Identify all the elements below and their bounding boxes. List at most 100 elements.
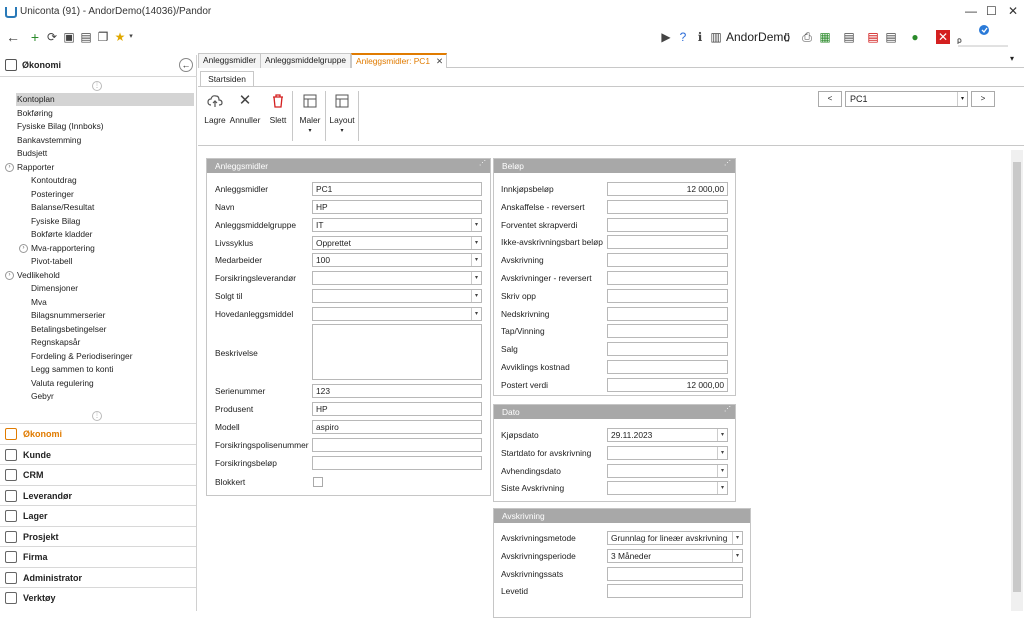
scrollbar-thumb[interactable] <box>1013 162 1021 592</box>
tree-item[interactable]: Kontoutdrag <box>31 174 77 187</box>
date-picker[interactable]: ▾ <box>607 463 728 478</box>
medarbeider-select[interactable]: 100 ▾ <box>312 253 482 267</box>
tree-item[interactable]: Legg sammen to konti <box>31 363 113 376</box>
forsikringsleverandor-select[interactable]: ▾ <box>312 271 482 285</box>
save-button[interactable]: Lagre <box>204 93 226 125</box>
print-icon[interactable]: ⎙ <box>800 30 814 44</box>
tree-item[interactable]: Dimensjoner <box>31 282 78 295</box>
word-icon[interactable]: ▤ <box>842 30 856 44</box>
favorite-dropdown-icon[interactable]: ▾ <box>124 30 138 44</box>
user-icon[interactable]: ● <box>908 30 922 44</box>
minimize-icon[interactable]: — <box>965 4 977 18</box>
back-arrow-icon[interactable]: ← <box>6 30 20 44</box>
avskrivning-input[interactable] <box>607 566 743 581</box>
nav-item-prosjekt[interactable]: Prosjekt <box>0 525 196 546</box>
windows-icon[interactable]: ▣ <box>62 30 76 44</box>
tree-item[interactable]: Fordeling & Periodiseringer <box>31 350 132 363</box>
avskrivning-select[interactable]: 3 Måneder ▾ <box>607 548 743 563</box>
templates-button[interactable]: Maler ▾ <box>297 93 323 134</box>
document-icon[interactable]: ▤ <box>79 30 93 44</box>
record-dropdown-icon[interactable]: ▾ <box>957 92 967 106</box>
dropdown-chevron-icon[interactable]: ▾ <box>732 532 742 544</box>
anleggsmidler-input[interactable]: PC1 <box>312 182 482 196</box>
company-name[interactable]: AndorDemo <box>726 30 790 44</box>
tree-item[interactable]: Fysiske Bilag <box>31 215 80 228</box>
livssyklus-select[interactable]: Opprettet ▾ <box>312 236 482 250</box>
polisenummer-input[interactable] <box>312 438 482 452</box>
nav-item-kunde[interactable]: Kunde <box>0 443 196 464</box>
tree-item[interactable]: Kontoplan <box>16 93 194 106</box>
tree-item[interactable]: Vedlikehold <box>17 269 60 282</box>
serienummer-input[interactable]: 123 <box>312 384 482 398</box>
export-icon[interactable]: ▤ <box>884 30 898 44</box>
tab-anleggsmidler-pc1[interactable]: Anleggsmidler: PC1 ✕ <box>351 53 448 68</box>
collapse-panel-icon[interactable]: ← <box>179 58 193 72</box>
copy-icon[interactable]: ❐ <box>96 30 110 44</box>
nav-item-verktøy[interactable]: Verktøy <box>0 587 196 607</box>
nav-item-firma[interactable]: Firma <box>0 546 196 566</box>
nav-item-økonomi[interactable]: Økonomi <box>0 423 196 443</box>
dropdown-chevron-icon[interactable]: ▾ <box>471 272 481 284</box>
avskrivning-input[interactable] <box>607 584 743 599</box>
delete-button[interactable]: Slett <box>267 93 289 125</box>
dropdown-chevron-icon[interactable]: ▾ <box>471 219 481 231</box>
tree-item[interactable]: Valuta regulering <box>31 377 94 390</box>
solgt_til-select[interactable]: ▾ <box>312 289 482 303</box>
dropdown-chevron-icon[interactable]: ▾ <box>471 237 481 249</box>
tab-anleggsmiddelgruppe[interactable]: Anleggsmiddelgruppe <box>260 53 352 68</box>
close-tab-icon[interactable]: ✕ <box>436 55 443 68</box>
tree-item[interactable]: Pivot-tabell <box>31 255 72 268</box>
produsent-input[interactable]: HP <box>312 402 482 416</box>
belop-input[interactable] <box>607 271 728 285</box>
nav-item-crm[interactable]: CRM <box>0 464 196 484</box>
tree-item[interactable]: Bankavstemming <box>17 134 81 147</box>
dropdown-chevron-icon[interactable]: ▾ <box>471 290 481 302</box>
help-icon[interactable]: ? <box>676 30 690 44</box>
add-icon[interactable]: + <box>28 30 42 44</box>
modell-input[interactable]: aspiro <box>312 420 482 434</box>
nav-item-lager[interactable]: Lager <box>0 505 196 525</box>
belop-input[interactable] <box>607 288 728 303</box>
pdf-icon[interactable]: ▤ <box>866 30 880 44</box>
date-picker[interactable]: ▾ <box>607 481 728 496</box>
excel-icon[interactable]: ▦ <box>818 30 832 44</box>
belop-input[interactable] <box>607 235 728 250</box>
avskrivning-select[interactable]: Grunnlag for lineær avskrivning ▾ <box>607 531 743 545</box>
tree-item[interactable]: Budsjett <box>17 147 47 160</box>
dropdown-chevron-icon[interactable]: ▾ <box>717 464 727 477</box>
date-picker[interactable]: 29.11.2023 ▾ <box>607 428 728 442</box>
refresh-icon[interactable]: ⟳ <box>45 30 59 44</box>
tree-item[interactable]: Mva <box>31 296 47 309</box>
belop-input[interactable] <box>607 253 728 268</box>
cancel-button[interactable]: ✕ Annuller <box>229 93 261 126</box>
belop-input[interactable] <box>607 342 728 357</box>
dropdown-chevron-icon[interactable]: ▾ <box>471 254 481 266</box>
belop-input[interactable] <box>607 360 728 374</box>
ribbon-tab-startsiden[interactable]: Startsiden <box>200 71 254 86</box>
bottom-splitter-grip-icon[interactable]: ⋮ <box>92 411 102 421</box>
next-record-button[interactable]: > <box>971 91 995 107</box>
tree-item[interactable]: Fysiske Bilag (Innboks) <box>17 120 104 133</box>
tree-item[interactable]: Bokførte kladder <box>31 228 92 241</box>
expand-chevron-icon[interactable]: › <box>5 270 14 280</box>
tree-item[interactable]: Mva-rapportering <box>31 242 95 255</box>
company-switch-icon[interactable]: ▯ <box>784 30 790 43</box>
blokkert-checkbox[interactable] <box>313 477 323 487</box>
tree-item[interactable]: Posteringer <box>31 188 74 201</box>
dropdown-chevron-icon[interactable]: ▾ <box>717 429 727 441</box>
tree-item[interactable]: Betalingsbetingelser <box>31 323 106 336</box>
dropdown-chevron-icon[interactable]: ▾ <box>717 446 727 459</box>
top-splitter-grip-icon[interactable]: ⋮ <box>92 81 102 91</box>
tree-item[interactable]: Balanse/Resultat <box>31 201 94 214</box>
dropdown-chevron-icon[interactable]: ▾ <box>471 308 481 320</box>
close-window-icon[interactable]: ✕ <box>1008 4 1018 18</box>
close-all-icon[interactable]: ✕ <box>936 30 950 44</box>
tree-item[interactable]: Rapporter <box>17 161 54 174</box>
dropdown-chevron-icon[interactable]: ▾ <box>732 549 742 562</box>
maximize-icon[interactable]: ☐ <box>986 4 997 18</box>
expand-chevron-icon[interactable]: › <box>19 243 28 253</box>
tabs-dropdown-icon[interactable]: ▾ <box>1010 54 1014 63</box>
dropdown-chevron-icon[interactable]: ▾ <box>717 482 727 495</box>
layout-button[interactable]: Layout ▾ <box>329 93 355 134</box>
tree-item[interactable]: Regnskapsår <box>31 336 80 349</box>
